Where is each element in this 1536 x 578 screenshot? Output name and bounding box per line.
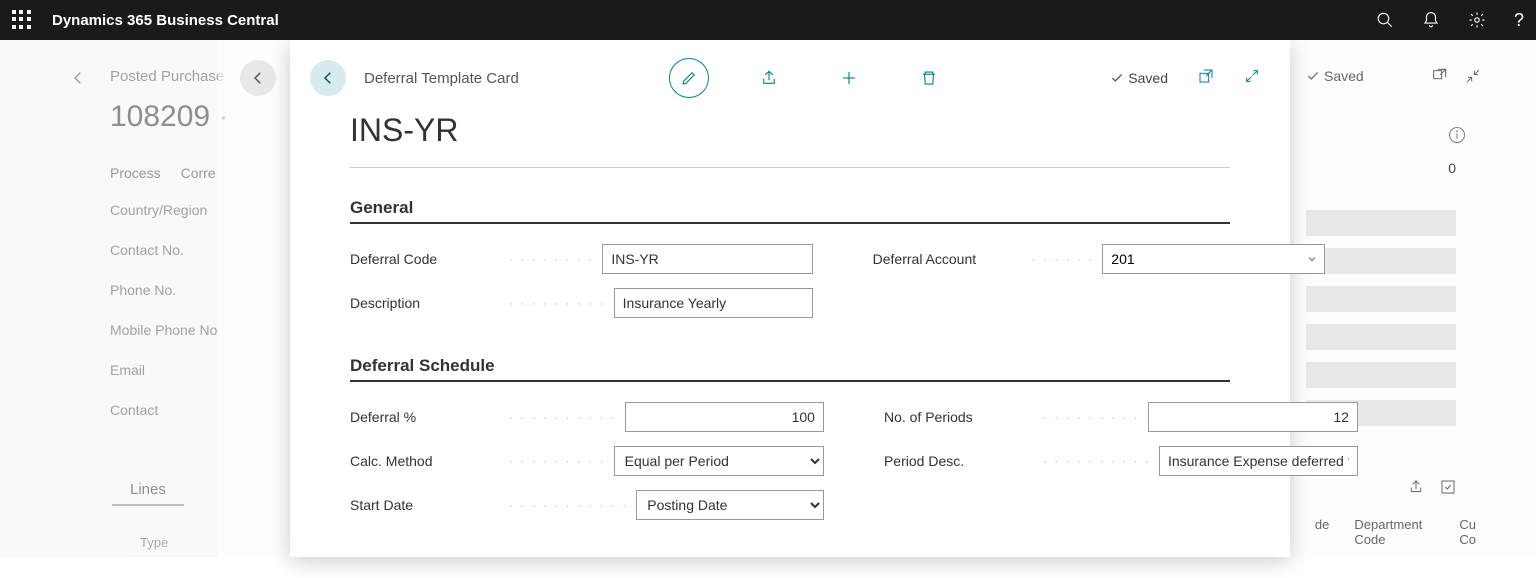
input-description[interactable] bbox=[614, 288, 813, 318]
label-period-desc: Period Desc. bbox=[884, 453, 1039, 469]
input-period-desc[interactable] bbox=[1159, 446, 1358, 476]
dots: · · · · · · · · bbox=[509, 252, 594, 266]
record-title: INS-YR bbox=[350, 112, 1230, 168]
bg-bottom-icons bbox=[1408, 479, 1456, 495]
dots: · · · · · · · · · bbox=[1043, 410, 1140, 424]
bg-menu: Process Corre bbox=[110, 165, 216, 181]
bg-field-phone: Phone No. bbox=[110, 270, 217, 310]
select-start-date[interactable]: Posting Date bbox=[636, 490, 824, 520]
bg-menu-process[interactable]: Process bbox=[110, 165, 161, 181]
bg-column-headers: de Department Code CuCo bbox=[1315, 517, 1476, 547]
bg-right-window-icons bbox=[1431, 68, 1481, 84]
search-icon[interactable] bbox=[1376, 11, 1394, 29]
label-deferral-code: Deferral Code bbox=[350, 251, 505, 267]
label-deferral-account: Deferral Account bbox=[873, 251, 1028, 267]
row-deferral-code: Deferral Code · · · · · · · · bbox=[350, 244, 813, 274]
share-icon[interactable] bbox=[1408, 479, 1424, 495]
page-title: Deferral Template Card bbox=[364, 70, 519, 87]
input-deferral-pct[interactable] bbox=[625, 402, 824, 432]
input-deferral-account[interactable] bbox=[1103, 251, 1300, 267]
dots: · · · · · · · · · bbox=[509, 296, 606, 310]
dots: · · · · · · · · · · bbox=[1043, 454, 1151, 468]
modal-header-right: Saved bbox=[1110, 68, 1260, 89]
bg-field-contact-no: Contact No. bbox=[110, 230, 217, 270]
bg-field-mobile: Mobile Phone No bbox=[110, 310, 217, 350]
app-title: Dynamics 365 Business Central bbox=[52, 12, 1376, 29]
bg-right-saved-label: Saved bbox=[1324, 68, 1364, 84]
dots: · · · · · · · · · bbox=[509, 454, 606, 468]
back-button[interactable] bbox=[310, 60, 346, 96]
dots: · · · · · · · · · · · bbox=[509, 498, 628, 512]
bg-type-column: Type bbox=[140, 535, 168, 550]
gear-icon[interactable] bbox=[1468, 11, 1486, 29]
app-launcher-icon[interactable] bbox=[12, 10, 32, 30]
share-button[interactable] bbox=[749, 58, 789, 98]
label-no-periods: No. of Periods bbox=[884, 409, 1039, 425]
top-bar: Dynamics 365 Business Central ? bbox=[0, 0, 1536, 40]
bg-col-dept: Department Code bbox=[1354, 517, 1434, 547]
label-start-date: Start Date bbox=[350, 497, 505, 513]
delete-button[interactable] bbox=[909, 58, 949, 98]
bg-lines-tab[interactable]: Lines bbox=[112, 475, 184, 506]
bg-menu-correct[interactable]: Corre bbox=[181, 165, 216, 181]
schedule-section: Deferral % · · · · · · · · · · No. of Pe… bbox=[350, 402, 1230, 520]
bg-doc-number: 108209 · bbox=[110, 100, 228, 134]
help-icon[interactable]: ? bbox=[1514, 10, 1524, 31]
back-button-bg1[interactable] bbox=[60, 60, 96, 96]
bg-zero-value: 0 bbox=[1448, 160, 1456, 176]
collapse-icon[interactable] bbox=[1465, 68, 1481, 84]
input-deferral-code[interactable] bbox=[602, 244, 812, 274]
toolbar bbox=[669, 58, 949, 98]
label-calc-method: Calc. Method bbox=[350, 453, 505, 469]
bg-col-de: de bbox=[1315, 517, 1329, 547]
section-general-title[interactable]: General bbox=[350, 198, 1230, 224]
new-button[interactable] bbox=[829, 58, 869, 98]
general-section: Deferral Code · · · · · · · · Deferral A… bbox=[350, 244, 1230, 318]
row-description: Description · · · · · · · · · bbox=[350, 288, 813, 318]
expand-box-icon[interactable] bbox=[1440, 479, 1456, 495]
input-no-periods[interactable] bbox=[1148, 402, 1358, 432]
row-calc-method: Calc. Method · · · · · · · · · Equal per… bbox=[350, 446, 824, 476]
row-period-desc: Period Desc. · · · · · · · · · · bbox=[884, 446, 1358, 476]
bg-breadcrumb: Posted Purchase bbox=[110, 68, 224, 85]
row-start-date: Start Date · · · · · · · · · · · Posting… bbox=[350, 490, 824, 520]
modal-body: INS-YR General Deferral Code · · · · · ·… bbox=[290, 112, 1290, 578]
row-deferral-account: Deferral Account · · · · · · bbox=[873, 244, 1326, 274]
dots: · · · · · · bbox=[1032, 252, 1095, 266]
bg-field-email: Email bbox=[110, 350, 217, 390]
select-calc-method[interactable]: Equal per Period bbox=[614, 446, 824, 476]
row-deferral-pct: Deferral % · · · · · · · · · · bbox=[350, 402, 824, 432]
edit-button[interactable] bbox=[669, 58, 709, 98]
popout-icon[interactable] bbox=[1431, 68, 1447, 84]
info-icon[interactable] bbox=[1448, 126, 1466, 149]
saved-label: Saved bbox=[1128, 70, 1168, 86]
back-button-bg2[interactable] bbox=[240, 60, 276, 96]
lookup-deferral-account[interactable] bbox=[1102, 244, 1325, 274]
topbar-actions: ? bbox=[1376, 10, 1524, 31]
bg-field-labels: Country/Region Contact No. Phone No. Mob… bbox=[110, 190, 217, 430]
dots: · · · · · · · · · · bbox=[509, 410, 617, 424]
expand-button[interactable] bbox=[1244, 68, 1260, 89]
chevron-down-icon[interactable] bbox=[1300, 253, 1324, 265]
row-no-periods: No. of Periods · · · · · · · · · bbox=[884, 402, 1358, 432]
popout-button[interactable] bbox=[1198, 68, 1214, 89]
label-description: Description bbox=[350, 295, 505, 311]
bg-field-contact: Contact bbox=[110, 390, 217, 430]
bg-col-cu: CuCo bbox=[1459, 517, 1476, 547]
label-deferral-pct: Deferral % bbox=[350, 409, 505, 425]
bg-field-country: Country/Region bbox=[110, 190, 217, 230]
bell-icon[interactable] bbox=[1422, 11, 1440, 29]
deferral-template-modal: Deferral Template Card Saved bbox=[290, 40, 1290, 557]
modal-header: Deferral Template Card Saved bbox=[290, 40, 1290, 104]
saved-indicator: Saved bbox=[1110, 70, 1168, 86]
section-schedule-title[interactable]: Deferral Schedule bbox=[350, 356, 1230, 382]
bg-right-saved: Saved bbox=[1306, 68, 1364, 84]
